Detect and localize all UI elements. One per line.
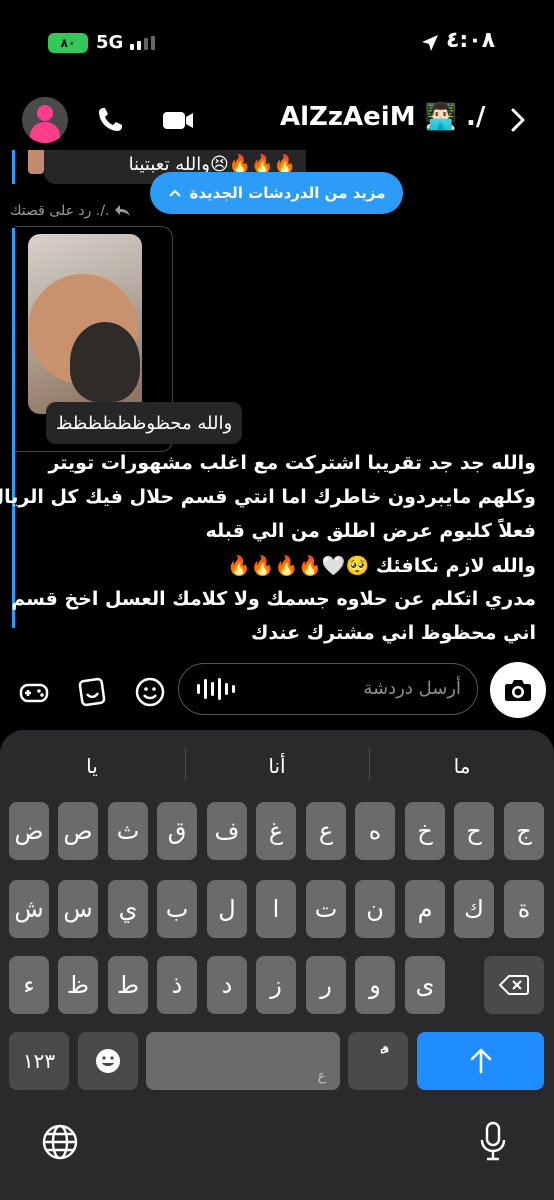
key[interactable]: ذ — [157, 956, 197, 1014]
key[interactable]: ك — [454, 880, 494, 938]
message-line: اني محظوظ اني مشترك عندك — [250, 622, 536, 644]
key[interactable]: ظ — [58, 956, 98, 1014]
reply-edge-line — [12, 150, 15, 184]
previous-media-thumbnail — [28, 150, 44, 174]
key[interactable]: ث — [108, 802, 148, 860]
battery-indicator: ٨٠ — [48, 33, 88, 53]
key[interactable]: ط — [108, 956, 148, 1014]
new-chats-label: مزيد من الدردشات الجديدة — [189, 184, 386, 202]
microphone-icon[interactable] — [478, 1120, 508, 1164]
key[interactable]: د — [207, 956, 247, 1014]
video-icon[interactable] — [160, 104, 196, 136]
camera-icon — [505, 680, 531, 701]
chat-thread[interactable]: والله تعبتينا😣🔥🔥🔥 مزيد من الدردشات الجدي… — [0, 150, 554, 650]
key[interactable]: م — [405, 880, 445, 938]
keyboard: ما أنا يا ج ح خ ه ع غ ف ق ث ص ض ة ك م ن … — [0, 730, 554, 1200]
key[interactable]: ع — [306, 802, 346, 860]
key[interactable]: ج — [504, 802, 544, 860]
key[interactable]: ي — [108, 880, 148, 938]
chevron-right-icon[interactable] — [506, 104, 530, 136]
emoji-keyboard-icon — [96, 1049, 120, 1073]
sticker-icon[interactable] — [76, 676, 108, 708]
avatar-person-icon[interactable] — [22, 97, 68, 143]
suggestion-item[interactable]: يا — [0, 748, 184, 784]
voice-wave-icon[interactable] — [197, 678, 235, 700]
composer-bar: أرسل دردشة — [0, 660, 554, 724]
arrow-up-icon — [470, 1048, 491, 1074]
message-line: والله لازم نكافئك 🥺🤍🔥🔥🔥🔥 — [227, 555, 536, 577]
diacritics-key[interactable]: ًٌ — [348, 1032, 408, 1090]
key[interactable]: ن — [355, 880, 395, 938]
chat-input-placeholder: أرسل دردشة — [363, 678, 461, 699]
key[interactable]: ح — [454, 802, 494, 860]
suggestion-item[interactable]: أنا — [185, 748, 369, 784]
network-label: 5G — [96, 32, 124, 53]
key[interactable]: ص — [58, 802, 98, 860]
space-key-hint: ع — [317, 1068, 326, 1084]
backspace-key[interactable] — [484, 956, 544, 1014]
chat-input[interactable]: أرسل دردشة — [178, 663, 478, 715]
key[interactable]: ء — [9, 956, 49, 1014]
key[interactable]: ش — [9, 880, 49, 938]
suggestion-divider — [369, 748, 370, 780]
story-photo[interactable] — [28, 234, 142, 414]
message-line: فعلاً كليوم عرض اطلق من الي قبله — [205, 520, 536, 542]
chat-header: AlZzAeiM 👨🏻‍💻 ./ — [0, 92, 554, 148]
key[interactable]: خ — [405, 802, 445, 860]
globe-icon[interactable] — [40, 1122, 80, 1162]
phone-icon[interactable] — [94, 104, 126, 136]
reply-arrow-icon — [114, 205, 130, 216]
chevron-up-icon — [168, 189, 181, 197]
key[interactable]: ف — [207, 802, 247, 860]
send-key[interactable] — [417, 1032, 544, 1090]
suggestion-item[interactable]: ما — [370, 748, 554, 784]
key[interactable]: ب — [157, 880, 197, 938]
space-key[interactable]: ع — [146, 1032, 340, 1090]
backspace-icon — [499, 975, 529, 995]
emoji-keyboard-key[interactable] — [78, 1032, 138, 1090]
key[interactable]: ل — [207, 880, 247, 938]
key[interactable]: ز — [256, 956, 296, 1014]
new-chats-button[interactable]: مزيد من الدردشات الجديدة — [150, 172, 403, 214]
key[interactable]: ة — [504, 880, 544, 938]
numbers-key[interactable]: ١٢٣ — [9, 1032, 69, 1090]
clock: ٤:٠٨ — [446, 28, 496, 53]
key[interactable]: ق — [157, 802, 197, 860]
emoji-icon[interactable] — [134, 676, 166, 708]
message-line: وكلهم مايبردون خاطرك اما انتي قسم حلال ف… — [0, 486, 536, 508]
key[interactable]: ه — [355, 802, 395, 860]
status-bar: ٨٠ 5G ٤:٠٨ — [0, 0, 554, 80]
game-controller-icon[interactable] — [18, 676, 50, 708]
key[interactable]: ى — [405, 956, 445, 1014]
message-line: مدري اتكلم عن حلاوه جسمك ولا كلامك العسل… — [11, 588, 536, 610]
suggestion-divider — [185, 748, 186, 780]
camera-button[interactable] — [490, 662, 546, 718]
signal-icon — [130, 36, 155, 50]
contact-name[interactable]: AlZzAeiM 👨🏻‍💻 ./ — [280, 102, 485, 132]
story-caption: والله محظوظظظظظظ — [46, 402, 242, 444]
key[interactable]: س — [58, 880, 98, 938]
key[interactable]: ت — [306, 880, 346, 938]
key[interactable]: ر — [306, 956, 346, 1014]
key[interactable]: ا — [256, 880, 296, 938]
message-line: والله جد جد تقريبا اشتركت مع اغلب مشهورا… — [48, 452, 536, 474]
location-arrow-icon — [422, 35, 438, 51]
key[interactable]: غ — [256, 802, 296, 860]
key[interactable]: و — [355, 956, 395, 1014]
key[interactable]: ض — [9, 802, 49, 860]
story-reply-label: رد على قصتك ./. — [10, 203, 132, 219]
